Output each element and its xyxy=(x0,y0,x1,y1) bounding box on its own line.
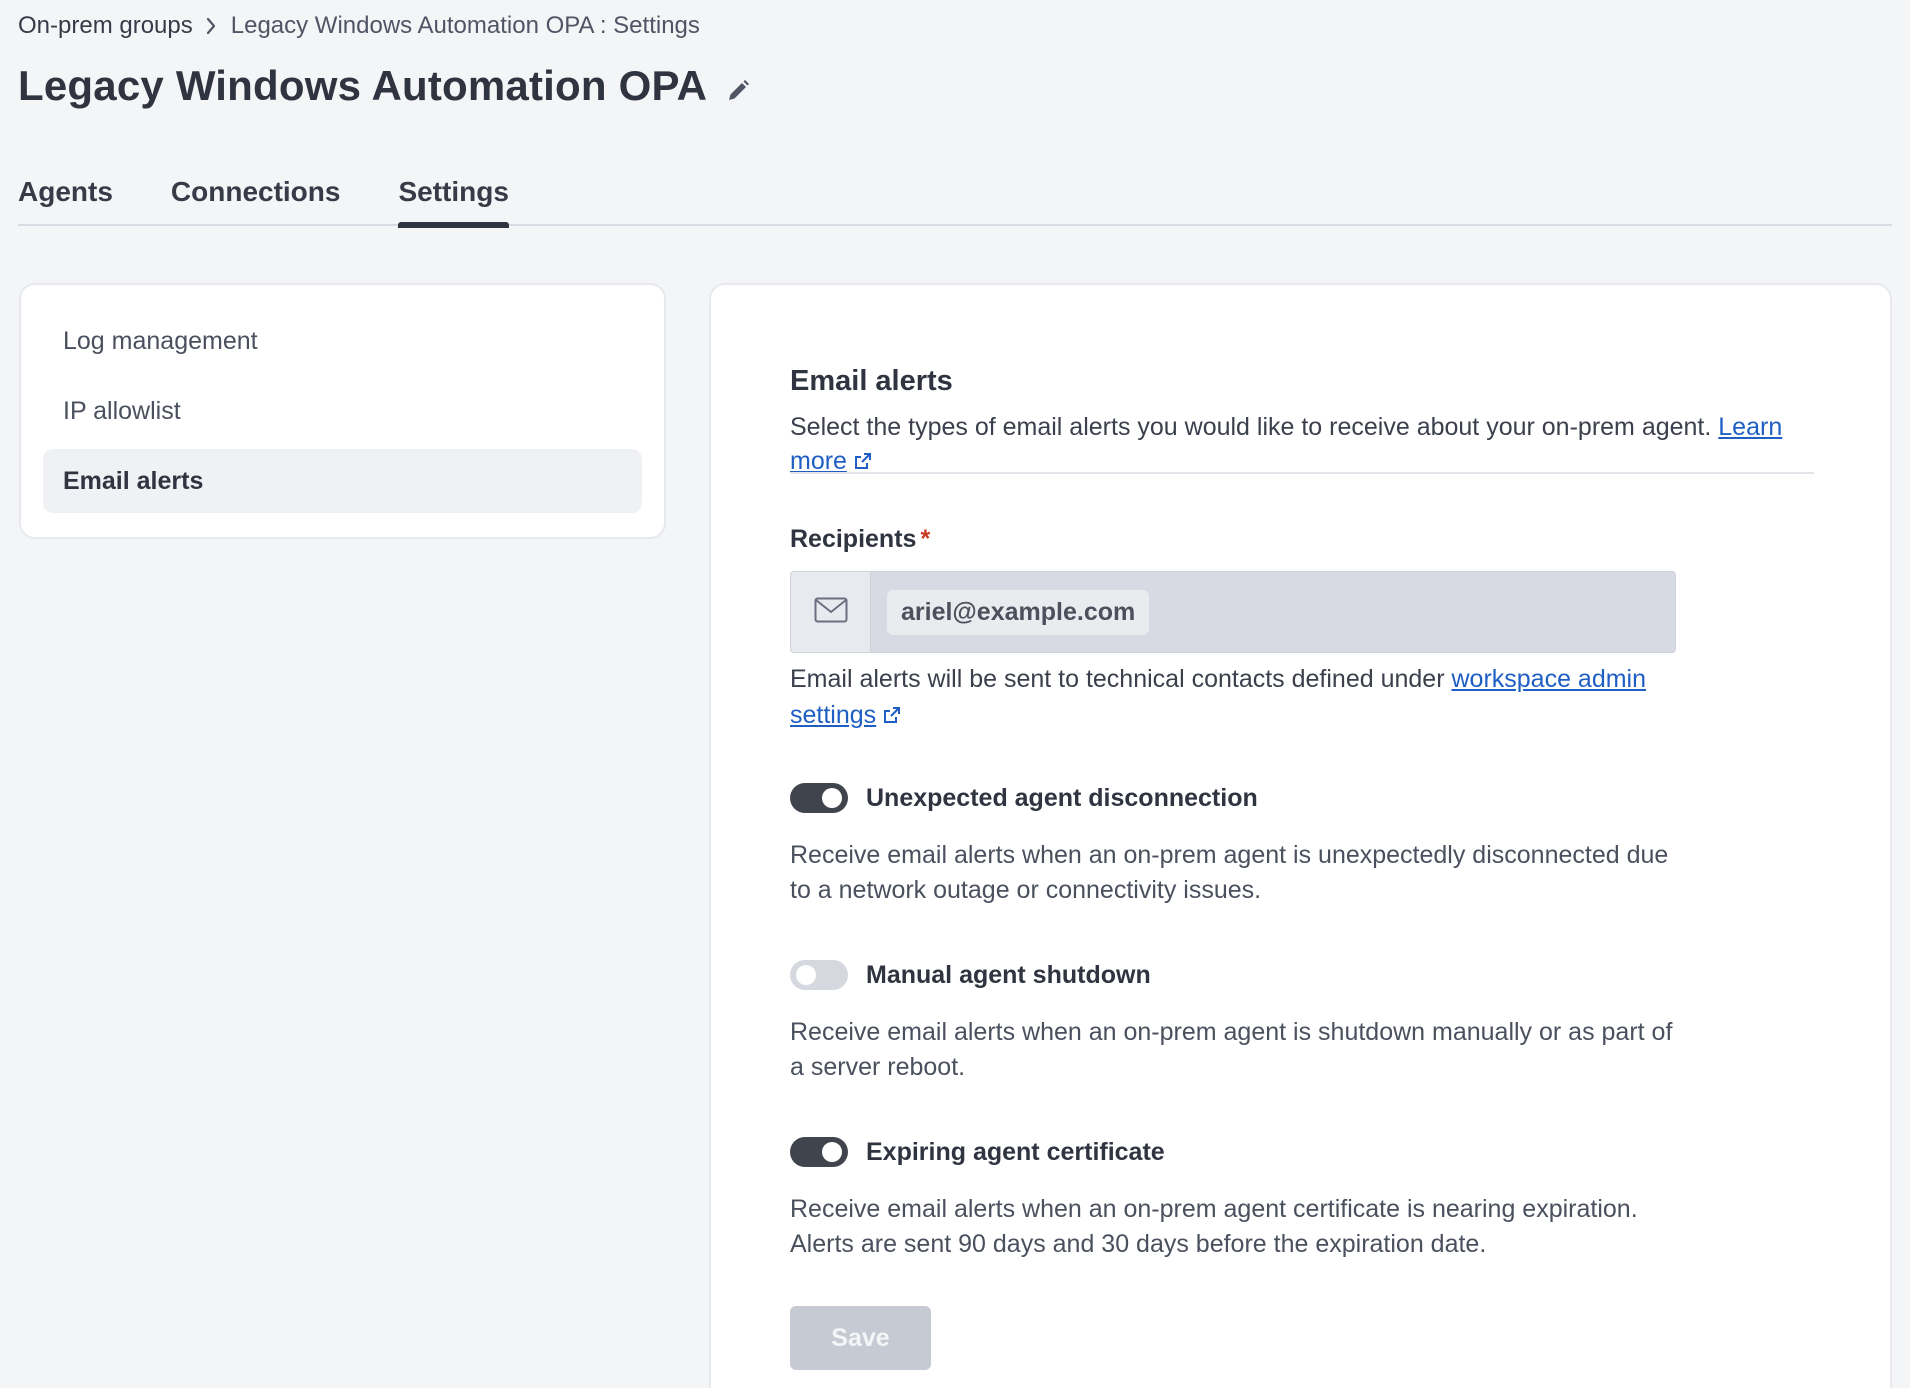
recipients-helper-text: Email alerts will be sent to technical c… xyxy=(790,661,1690,733)
tab-connections[interactable]: Connections xyxy=(171,166,341,226)
required-marker: * xyxy=(920,525,931,553)
manual-shutdown-toggle[interactable] xyxy=(790,960,848,990)
pencil-icon[interactable] xyxy=(725,78,751,104)
save-button[interactable]: Save xyxy=(790,1306,931,1370)
section-description: Select the types of email alerts you wou… xyxy=(790,410,1830,478)
unexpected-disconnection-label: Unexpected agent disconnection xyxy=(866,783,1258,812)
page-title: Legacy Windows Automation OPA xyxy=(18,62,708,109)
title-row: Legacy Windows Automation OPA xyxy=(18,58,751,114)
section-title: Email alerts xyxy=(790,365,953,397)
alert-row-expiring-certificate: Expiring agent certificate xyxy=(790,1137,1165,1167)
settings-page: On-prem groups Legacy Windows Automation… xyxy=(0,0,1910,1388)
tab-bar: Agents Connections Settings xyxy=(18,166,1892,228)
sidebar-item-email-alerts[interactable]: Email alerts xyxy=(43,449,642,513)
breadcrumb: On-prem groups Legacy Windows Automation… xyxy=(18,10,700,42)
alert-row-unexpected-disconnection: Unexpected agent disconnection xyxy=(790,783,1258,813)
toggle-knob xyxy=(796,965,816,985)
breadcrumb-current: Legacy Windows Automation OPA : Settings xyxy=(230,12,700,39)
expiring-certificate-label: Expiring agent certificate xyxy=(866,1137,1165,1166)
recipient-email-chip[interactable]: ariel@example.com xyxy=(887,589,1150,635)
unexpected-disconnection-description: Receive email alerts when an on-prem age… xyxy=(790,841,1669,904)
settings-sidebar: Log management IP allowlist Email alerts xyxy=(19,283,666,539)
expiring-certificate-toggle[interactable] xyxy=(790,1137,848,1167)
sidebar-item-log-management[interactable]: Log management xyxy=(43,309,642,373)
recipients-field[interactable]: ariel@example.com xyxy=(790,571,1676,653)
recipients-label: Recipients * xyxy=(790,525,930,554)
mail-icon-box xyxy=(791,572,871,652)
unexpected-disconnection-toggle[interactable] xyxy=(790,783,848,813)
section-description-text: Select the types of email alerts you wou… xyxy=(790,413,1712,441)
chevron-right-icon xyxy=(205,16,219,36)
external-link-icon xyxy=(853,446,873,469)
toggle-knob xyxy=(822,788,842,808)
external-link-icon xyxy=(882,699,902,723)
email-alerts-panel: Email alerts Select the types of email a… xyxy=(709,283,1892,1388)
envelope-icon xyxy=(814,597,848,628)
helper-text: Email alerts will be sent to technical c… xyxy=(790,665,1445,693)
tab-settings[interactable]: Settings xyxy=(398,166,510,228)
sidebar-item-ip-allowlist[interactable]: IP allowlist xyxy=(43,379,642,443)
manual-shutdown-description: Receive email alerts when an on-prem age… xyxy=(790,1018,1673,1081)
toggle-knob xyxy=(822,1142,842,1162)
tab-agents[interactable]: Agents xyxy=(18,166,113,226)
recipients-label-text: Recipients xyxy=(790,525,917,553)
breadcrumb-on-prem-groups-link[interactable]: On-prem groups xyxy=(18,10,193,42)
manual-shutdown-label: Manual agent shutdown xyxy=(866,960,1151,989)
divider xyxy=(790,472,1814,474)
alert-row-manual-shutdown: Manual agent shutdown xyxy=(790,960,1151,990)
expiring-certificate-description: Receive email alerts when an on-prem age… xyxy=(790,1195,1638,1258)
